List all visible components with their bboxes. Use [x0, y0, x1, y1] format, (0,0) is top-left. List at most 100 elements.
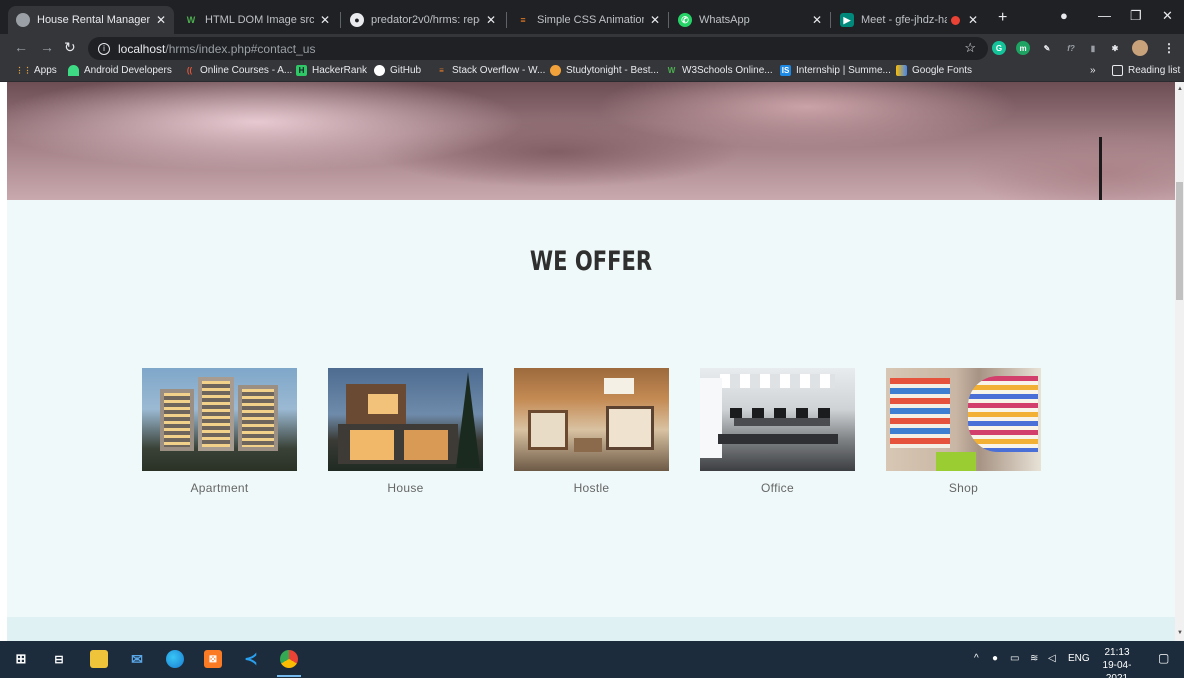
tab-title: HTML DOM Image src Prop: [205, 14, 314, 26]
reload-icon[interactable]: ↻: [64, 39, 76, 56]
hero-sky-image: [7, 82, 1175, 200]
task-view-icon[interactable]: ⊟: [50, 650, 68, 668]
tab-strip: House Rental Management ✕ W HTML DOM Ima…: [0, 0, 1184, 34]
house-lower-window: [350, 430, 394, 460]
bookmark-github[interactable]: GitHub: [374, 65, 421, 76]
back-icon[interactable]: ←: [14, 39, 28, 55]
windows-taskbar: ⊞ ⊟ ✉ ⊠ ≺ ^ ● ▭ ≋ ◁ ENG 21:13 19-04-2021…: [0, 641, 1184, 678]
browser-toolbar: ← → ↻ i localhost /hrms/index.php#contac…: [0, 34, 1184, 62]
profile-avatar[interactable]: [1132, 40, 1148, 56]
meet-extension-icon[interactable]: m: [1016, 41, 1030, 55]
extensions-puzzle-icon[interactable]: ✱: [1108, 41, 1122, 55]
bulb-extension-icon[interactable]: ▮: [1086, 41, 1100, 55]
tab-html-dom[interactable]: W HTML DOM Image src Prop ✕: [176, 6, 338, 34]
internshala-icon: IS: [780, 65, 791, 76]
offer-card-apartment[interactable]: Apartment: [142, 368, 297, 495]
bookmark-star-icon[interactable]: ☆: [964, 40, 976, 56]
offer-card-office[interactable]: Office: [700, 368, 855, 495]
tab-search-icon[interactable]: ●: [1060, 8, 1068, 23]
bookmark-studytonight[interactable]: Studytonight - Best...: [550, 65, 659, 76]
close-window-icon[interactable]: ✕: [1162, 8, 1173, 24]
scroll-down-arrow-icon[interactable]: ▼: [1177, 630, 1183, 636]
close-tab-icon[interactable]: ✕: [486, 13, 496, 27]
bookmark-apps[interactable]: ⋮⋮ Apps: [16, 65, 57, 76]
maximize-icon[interactable]: ❐: [1130, 8, 1142, 24]
bookmark-stack-overflow[interactable]: ≡ Stack Overflow - W...: [436, 65, 545, 76]
minimize-icon[interactable]: —: [1098, 8, 1111, 23]
github-icon: [374, 65, 385, 76]
pen-extension-icon[interactable]: ✎: [1040, 41, 1054, 55]
site-info-icon[interactable]: i: [98, 42, 110, 55]
windows-right: [242, 389, 274, 447]
language-indicator[interactable]: ENG: [1068, 653, 1090, 664]
bookmark-internship[interactable]: IS Internship | Summe...: [780, 65, 891, 76]
file-explorer-icon[interactable]: [90, 650, 108, 668]
bookmark-label: GitHub: [390, 65, 422, 76]
bookmarks-more-label: »: [1090, 65, 1096, 76]
whatsapp-favicon-icon: ✆: [678, 13, 692, 27]
volume-icon[interactable]: ◁: [1048, 653, 1056, 664]
clock-date: 19-04-2021: [1102, 660, 1132, 678]
offer-card-hostle[interactable]: Hostle: [514, 368, 669, 495]
reading-list-button[interactable]: Reading list: [1112, 65, 1180, 76]
studytonight-icon: [550, 65, 561, 76]
notifications-icon[interactable]: ▢: [1158, 651, 1169, 665]
vscode-icon[interactable]: ≺: [242, 650, 260, 668]
tab-separator: [668, 12, 669, 28]
microphone-icon[interactable]: ●: [992, 653, 998, 664]
active-app-underline: [277, 675, 301, 677]
next-section-edge: [7, 617, 1175, 641]
bookmarks-overflow-button[interactable]: »: [1090, 65, 1096, 76]
xampp-icon[interactable]: ⊠: [204, 650, 222, 668]
close-tab-icon[interactable]: ✕: [650, 13, 660, 27]
tab-house-rental[interactable]: House Rental Management ✕: [8, 6, 174, 34]
bunk-bed-right: [606, 406, 654, 450]
bookmark-hackerrank[interactable]: H HackerRank: [296, 65, 367, 76]
formula-extension-icon[interactable]: f?: [1064, 41, 1078, 55]
scrollbar-thumb[interactable]: [1176, 182, 1183, 300]
bookmark-android-developers[interactable]: Android Developers: [68, 65, 172, 76]
offer-label: Shop: [948, 481, 979, 495]
bookmark-google-fonts[interactable]: Google Fonts: [896, 65, 972, 76]
close-tab-icon[interactable]: ✕: [812, 13, 822, 27]
bookmark-w3schools[interactable]: W W3Schools Online...: [666, 65, 773, 76]
windows-center: [202, 381, 230, 447]
bookmark-online-courses[interactable]: (( Online Courses - A...: [184, 65, 292, 76]
page-scrollbar[interactable]: ▲ ▼: [1175, 82, 1184, 641]
close-tab-icon[interactable]: ✕: [156, 13, 166, 27]
chrome-icon[interactable]: [280, 650, 298, 668]
floor-stripe: [936, 452, 976, 471]
scroll-up-arrow-icon[interactable]: ▲: [1177, 86, 1183, 92]
tab-github-repo[interactable]: ● predator2v0/hrms: reposito ✕: [342, 6, 504, 34]
close-tab-icon[interactable]: ✕: [320, 13, 330, 27]
tab-meet[interactable]: ▶ Meet - gfe-jhdz-hao ✕: [832, 6, 986, 34]
ceiling-lights: [720, 374, 835, 388]
we-offer-section: WE OFFER Apartment House Hostle Office S…: [7, 200, 1175, 641]
clock[interactable]: 21:13 19-04-2021: [1092, 646, 1142, 678]
offer-card-house[interactable]: House: [328, 368, 483, 495]
windows-left: [164, 393, 190, 447]
desk-row-front: [718, 434, 838, 444]
forward-icon[interactable]: →: [40, 39, 54, 55]
windows-start-icon[interactable]: ⊞: [12, 650, 30, 668]
menu-kebab-icon[interactable]: ⋮: [1162, 41, 1176, 55]
url-host: localhost: [118, 41, 166, 56]
wifi-icon[interactable]: ≋: [1030, 653, 1038, 664]
google-fonts-icon: [896, 65, 907, 76]
tab-css-animation[interactable]: ≡ Simple CSS Animation Loop ✕: [508, 6, 668, 34]
new-tab-icon[interactable]: +: [998, 9, 1007, 27]
edge-browser-icon[interactable]: [166, 650, 184, 668]
tray-overflow-icon[interactable]: ^: [974, 653, 979, 664]
mail-icon[interactable]: ✉: [128, 650, 146, 668]
offer-card-shop[interactable]: Shop: [886, 368, 1041, 495]
tab-whatsapp[interactable]: ✆ WhatsApp ✕: [670, 6, 830, 34]
address-bar[interactable]: i localhost /hrms/index.php#contact_us ☆: [88, 37, 988, 60]
battery-icon[interactable]: ▭: [1010, 653, 1019, 664]
close-tab-icon[interactable]: ✕: [968, 13, 978, 27]
grammarly-extension-icon[interactable]: G: [992, 41, 1006, 55]
meet-favicon-icon: ▶: [840, 13, 854, 27]
bunk-bed-left: [528, 410, 568, 450]
ceiling-window: [604, 378, 634, 394]
hostle-image: [514, 368, 669, 471]
apartment-image: [142, 368, 297, 471]
